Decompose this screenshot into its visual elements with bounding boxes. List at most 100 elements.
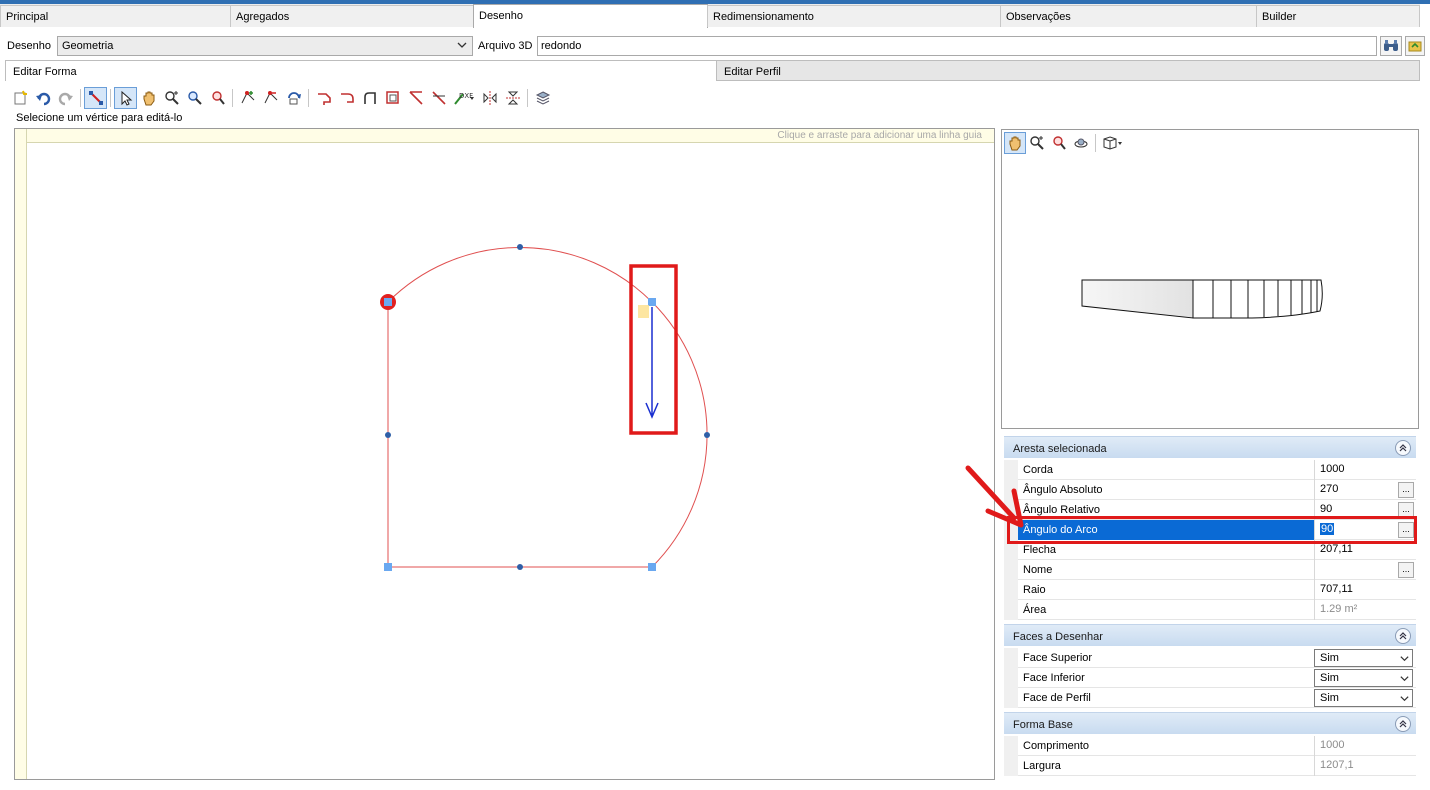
new-shape-button[interactable] [8,87,31,109]
collapse-button[interactable] [1395,440,1411,456]
tab-builder[interactable]: Builder [1256,5,1420,27]
section-forma-base[interactable]: Forma Base [1004,712,1416,734]
prop-row-largura[interactable]: Largura 1207,1 [1004,756,1416,776]
vertex-handle[interactable] [648,563,656,571]
zoom-window-button[interactable] [183,87,206,109]
drawing-label: Desenho [7,40,52,52]
trim-icon [431,91,446,105]
pan-button[interactable] [137,87,160,109]
rotate-icon [287,92,301,105]
prop-value-angulo-absoluto[interactable]: 270 ... [1314,480,1416,500]
main-tab-bar: Principal Agregados Desenho Redimensiona… [0,4,1420,28]
annotation-highlight-box [629,264,678,435]
prop-value-comprimento: 1000 [1314,736,1416,756]
prop-row-face-inferior[interactable]: Face Inferior Sim [1004,668,1416,688]
face-superior-select[interactable]: Sim [1314,649,1413,667]
chevron-double-up-icon [1399,720,1407,728]
tab-desenho[interactable]: Desenho [473,4,708,28]
tab-editar-forma[interactable]: Editar Forma [5,60,717,81]
prop-name: Ângulo Relativo [1023,504,1101,516]
edge-midpoint[interactable] [385,432,391,438]
prop-name: Face de Perfil [1023,692,1091,704]
section-faces-a-desenhar[interactable]: Faces a Desenhar [1004,624,1416,646]
undo-button[interactable] [31,87,54,109]
zoom-extents-button[interactable] [206,87,229,109]
browse-binoculars-button[interactable] [1380,36,1402,56]
shape-arc-top[interactable] [387,246,653,303]
fillet-button[interactable] [335,87,358,109]
tab-editar-perfil[interactable]: Editar Perfil [716,60,1420,81]
tab-principal[interactable]: Principal [0,5,231,27]
prop-value-text: Sim [1320,692,1339,704]
edit-vertices-button[interactable] [84,87,107,109]
section-aresta-selecionada[interactable]: Aresta selecionada [1004,436,1416,458]
chamfer-icon [317,93,331,105]
tab-observacoes[interactable]: Observações [1000,5,1257,27]
redo-button[interactable] [54,87,77,109]
remove-vertex-button[interactable] [259,87,282,109]
corner-button[interactable] [358,87,381,109]
mirror-vertical-button[interactable] [501,87,524,109]
prop-row-comprimento[interactable]: Comprimento 1000 [1004,736,1416,756]
add-vertex-icon [241,91,254,104]
drawing-select[interactable]: Geometria [57,36,473,56]
prop-name: Comprimento [1023,740,1090,752]
remove-vertex-icon [264,91,277,104]
prop-value-raio[interactable]: 707,11 [1314,580,1416,600]
prop-row-area[interactable]: Área 1.29 m² [1004,600,1416,620]
vertex-handle[interactable] [384,563,392,571]
ellipsis-button[interactable]: ... [1398,562,1414,578]
mirror-vertical-icon [505,91,520,105]
prop-row-face-superior[interactable]: Face Superior Sim [1004,648,1416,668]
prop-value-largura: 1207,1 [1314,756,1416,776]
prop-row-raio[interactable]: Raio 707,11 [1004,580,1416,600]
face-inferior-select[interactable]: Sim [1314,669,1413,687]
prop-name: Ângulo Absoluto [1023,484,1103,496]
refresh-button[interactable] [1405,36,1425,56]
toolbar-separator [527,89,528,107]
prop-value-corda[interactable]: 1000 [1314,460,1416,480]
prop-row-angulo-absoluto[interactable]: Ângulo Absoluto 270 ... [1004,480,1416,500]
mirror-horizontal-button[interactable] [478,87,501,109]
prop-name: Largura [1023,760,1061,772]
add-vertex-button[interactable] [236,87,259,109]
file3d-input[interactable]: redondo [537,36,1377,56]
selected-vertex[interactable] [384,298,392,306]
edge-midpoint[interactable] [517,244,523,250]
zoom-in-out-button[interactable] [160,87,183,109]
row-gutter [1004,756,1018,776]
prop-value-nome[interactable]: ... [1314,560,1416,580]
cut-button[interactable] [404,87,427,109]
vertex-handle[interactable] [648,298,656,306]
prop-value-text: Sim [1320,672,1339,684]
row-gutter [1004,560,1018,580]
collapse-button[interactable] [1395,628,1411,644]
face-de-perfil-select[interactable]: Sim [1314,689,1413,707]
prop-value-area: 1.29 m² [1314,600,1416,620]
tab-agregados[interactable]: Agregados [230,5,474,27]
prop-row-face-de-perfil[interactable]: Face de Perfil Sim [1004,688,1416,708]
toolbar-separator [110,89,111,107]
select-pointer-button[interactable] [114,87,137,109]
row-gutter [1004,580,1018,600]
chamfer-button[interactable] [312,87,335,109]
prop-row-corda[interactable]: Corda 1000 [1004,460,1416,480]
collapse-button[interactable] [1395,716,1411,732]
tab-redimensionamento[interactable]: Redimensionamento [707,5,1001,27]
prop-name: Raio [1023,584,1046,596]
dxf-import-button[interactable]: DXF [450,87,478,109]
view-3d-layers-button[interactable] [531,87,554,109]
edge-midpoint[interactable] [704,432,710,438]
trim-button[interactable] [427,87,450,109]
row-gutter [1004,736,1018,756]
corner-icon [363,92,376,104]
offset-button[interactable] [381,87,404,109]
prop-row-nome[interactable]: Nome ... [1004,560,1416,580]
row-gutter [1004,668,1018,688]
sub-tab-bar: Editar Forma Editar Perfil [5,60,1420,81]
preview-3d-view[interactable] [1001,129,1419,429]
rotate-button[interactable] [282,87,305,109]
edge-midpoint[interactable] [517,564,523,570]
ellipsis-button[interactable]: ... [1398,482,1414,498]
shape-editor-canvas[interactable]: Clique e arraste para adicionar uma linh… [14,128,995,780]
